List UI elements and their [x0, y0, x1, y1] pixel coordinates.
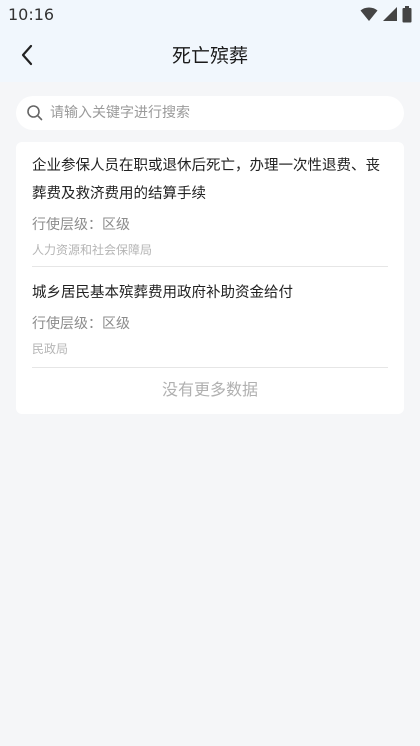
item-level: 行使层级：区级: [32, 217, 130, 233]
item-department: 人力资源和社会保障局: [32, 243, 153, 257]
list-item[interactable]: 城乡居民基本殡葬费用政府补助资金给付 行使层级：区级 民政局: [32, 267, 388, 367]
status-time: 10:16: [8, 5, 55, 24]
search-icon: [27, 105, 43, 121]
item-level: 行使层级：区级: [32, 316, 130, 332]
search-input[interactable]: [50, 98, 370, 128]
status-bar: 10:16: [0, 0, 420, 28]
status-icons: [360, 5, 412, 23]
search-bar[interactable]: [16, 96, 404, 130]
list-item[interactable]: 企业参保人员在职或退休后死亡，办理一次性退费、丧葬费及救济费用的结算手续 行使层…: [32, 142, 388, 266]
nav-bar: 死亡殡葬: [0, 28, 420, 82]
no-more-text: 没有更多数据: [161, 380, 258, 399]
wifi-icon: [360, 7, 378, 21]
result-list: 企业参保人员在职或退休后死亡，办理一次性退费、丧葬费及救济费用的结算手续 行使层…: [16, 142, 404, 414]
page-title: 死亡殡葬: [171, 45, 248, 67]
signal-icon: [383, 7, 397, 21]
header-area: 10:16 死亡殡葬: [0, 0, 420, 82]
battery-icon: [402, 5, 412, 22]
item-title: 城乡居民基本殡葬费用政府补助资金给付: [32, 285, 293, 301]
item-department: 民政局: [32, 342, 69, 356]
item-title: 企业参保人员在职或退休后死亡，办理一次性退费、丧葬费及救济费用的结算手续: [32, 158, 380, 202]
